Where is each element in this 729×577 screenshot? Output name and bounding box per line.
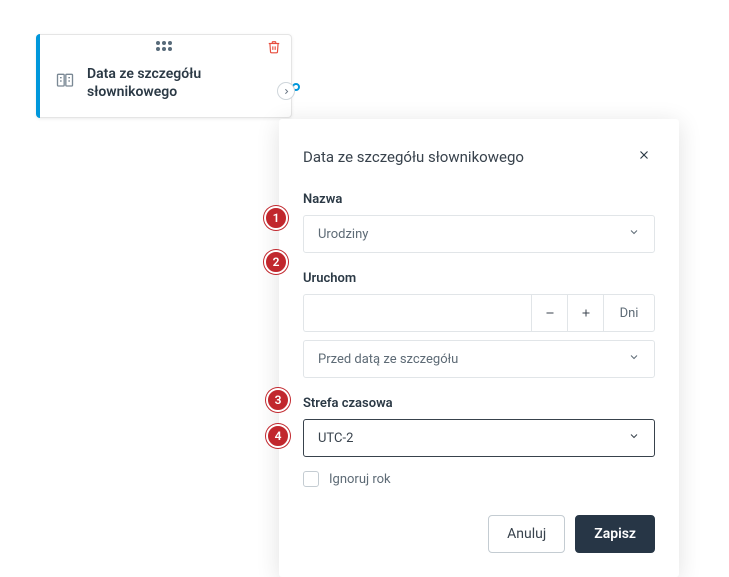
tz-value: UTC-2 (318, 431, 353, 446)
chevron-down-icon (628, 351, 640, 367)
tz-select[interactable]: UTC-2 (303, 419, 655, 457)
name-group: Nazwa Urodziny (303, 192, 655, 253)
ignore-year-row: Ignoruj rok (303, 471, 655, 487)
run-label: Uruchom (303, 271, 655, 286)
callout-badge-1: 1 (264, 206, 288, 230)
run-unit: Dni (603, 294, 655, 332)
ignore-year-checkbox[interactable] (303, 471, 319, 487)
ignore-year-label: Ignoruj rok (329, 472, 391, 487)
run-group: Uruchom Dni Przed datą ze szczegółu (303, 271, 655, 378)
callout-badge-3: 3 (266, 388, 290, 412)
increment-button[interactable] (567, 294, 603, 332)
run-offset-input[interactable] (303, 294, 531, 332)
run-relative-value: Przed datą ze szczegółu (318, 352, 458, 367)
save-button[interactable]: Zapisz (575, 515, 655, 553)
callout-badge-2: 2 (264, 250, 288, 274)
node-title: Data ze szczegółu słownikowego (87, 65, 277, 101)
node-header (37, 35, 291, 57)
cancel-button[interactable]: Anuluj (488, 515, 565, 553)
panel-title: Data ze szczegółu słownikowego (303, 148, 524, 166)
close-icon[interactable] (633, 143, 655, 170)
drag-handle-icon[interactable] (156, 41, 172, 51)
workflow-node[interactable]: Data ze szczegółu słownikowego (36, 34, 292, 118)
tz-group: Strefa czasowa UTC-2 (303, 396, 655, 457)
connector-expand-icon[interactable] (277, 82, 295, 100)
name-select[interactable]: Urodziny (303, 215, 655, 253)
name-value: Urodziny (318, 227, 368, 242)
callout-badge-4: 4 (266, 424, 290, 448)
decrement-button[interactable] (531, 294, 567, 332)
run-relative-select[interactable]: Przed datą ze szczegółu (303, 340, 655, 378)
book-icon (55, 71, 75, 95)
name-label: Nazwa (303, 192, 655, 207)
tz-label: Strefa czasowa (303, 396, 655, 411)
chevron-down-icon (628, 430, 640, 446)
trash-icon[interactable] (267, 39, 281, 58)
settings-panel: Data ze szczegółu słownikowego Nazwa Uro… (279, 119, 679, 577)
chevron-down-icon (628, 226, 640, 242)
panel-actions: Anuluj Zapisz (303, 515, 655, 553)
